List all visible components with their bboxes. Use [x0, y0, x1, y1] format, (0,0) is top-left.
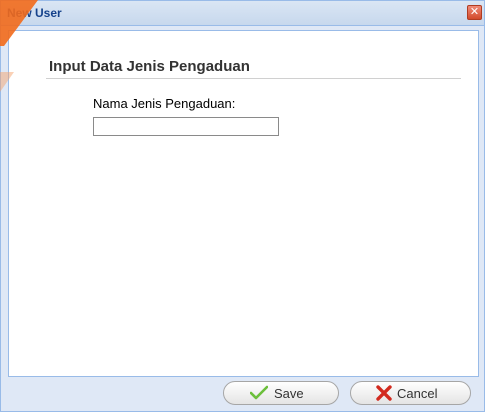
window-body: Input Data Jenis Pengaduan Nama Jenis Pe… — [8, 30, 479, 377]
section-title: Input Data Jenis Pengaduan — [49, 58, 250, 75]
save-button[interactable]: Save — [223, 381, 339, 405]
cancel-button-label: Cancel — [397, 386, 438, 401]
window-title: New User — [7, 6, 62, 20]
close-button[interactable]: ✕ — [467, 5, 482, 20]
cancel-button[interactable]: Cancel — [350, 381, 471, 405]
window-titlebar[interactable]: New User ✕ — [1, 1, 484, 26]
nama-jenis-pengaduan-input[interactable] — [93, 117, 279, 136]
save-button-label: Save — [274, 386, 304, 401]
red-x-icon — [376, 385, 392, 401]
window-footer: Save Cancel — [8, 377, 479, 407]
nama-jenis-pengaduan-label: Nama Jenis Pengaduan: — [93, 96, 236, 111]
close-icon: ✕ — [469, 5, 480, 18]
section-divider — [46, 78, 461, 79]
checkmark-icon — [250, 385, 268, 400]
new-user-window: New User ✕ Input Data Jenis Pengaduan Na… — [0, 0, 485, 412]
